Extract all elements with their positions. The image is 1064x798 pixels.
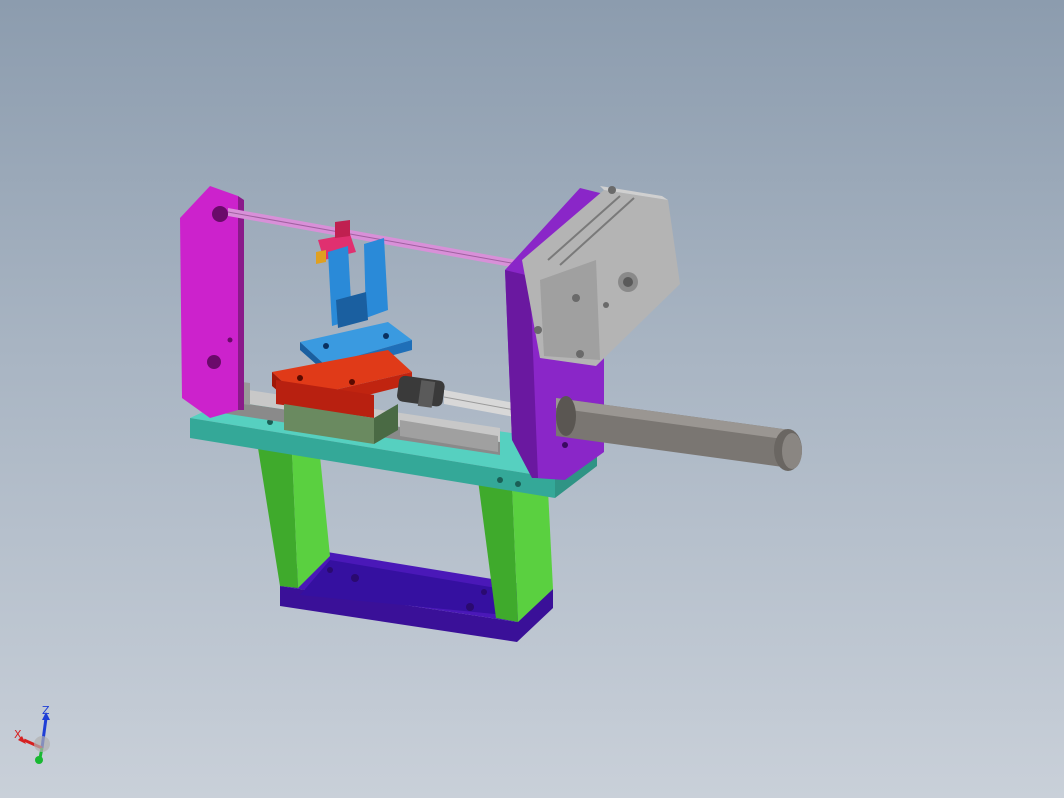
z-axis-label: Z bbox=[42, 704, 50, 717]
rod-connector[interactable] bbox=[396, 375, 445, 408]
assembly-model[interactable] bbox=[0, 0, 1064, 798]
x-axis-label: X bbox=[14, 728, 22, 741]
cad-viewport[interactable]: Z X bbox=[0, 0, 1064, 798]
air-cylinder-body[interactable] bbox=[522, 186, 680, 366]
left-bracket[interactable] bbox=[180, 186, 244, 418]
axis-triad: Z X bbox=[14, 704, 50, 764]
piston-rod[interactable] bbox=[443, 390, 521, 418]
